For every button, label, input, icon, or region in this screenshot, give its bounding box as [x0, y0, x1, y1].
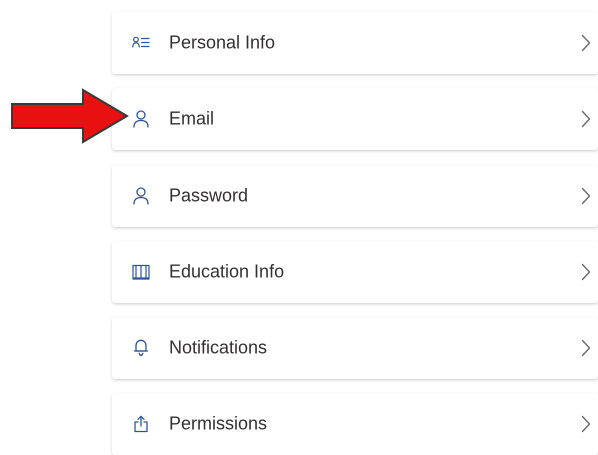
- chevron-right-icon: [580, 338, 592, 358]
- person-list-icon: [132, 34, 150, 52]
- settings-item-email[interactable]: Email: [112, 88, 598, 150]
- person-icon: [132, 187, 150, 205]
- chevron-right-icon: [580, 33, 592, 53]
- chevron-right-icon: [580, 186, 592, 206]
- settings-item-label: Notifications: [169, 337, 268, 358]
- red-arrow-annotation-icon: [11, 88, 129, 144]
- chevron-right-icon: [580, 262, 592, 282]
- settings-item-education-info[interactable]: Education Info: [112, 241, 598, 303]
- chevron-right-icon: [580, 414, 592, 434]
- settings-list: Personal Info Email Password Education I…: [0, 0, 598, 455]
- share-upload-icon: [132, 415, 150, 433]
- bell-icon: [132, 339, 150, 357]
- settings-item-label: Email: [169, 108, 215, 129]
- settings-item-password[interactable]: Password: [112, 165, 598, 227]
- settings-item-notifications[interactable]: Notifications: [112, 317, 598, 379]
- settings-item-label: Personal Info: [169, 32, 276, 53]
- settings-item-permissions[interactable]: Permissions: [112, 393, 598, 455]
- book-icon: [132, 263, 150, 281]
- settings-item-personal-info[interactable]: Personal Info: [112, 12, 598, 74]
- settings-item-label: Permissions: [169, 413, 268, 434]
- settings-item-label: Password: [169, 185, 249, 206]
- person-icon: [132, 110, 150, 128]
- settings-item-label: Education Info: [169, 261, 285, 282]
- chevron-right-icon: [580, 109, 592, 129]
